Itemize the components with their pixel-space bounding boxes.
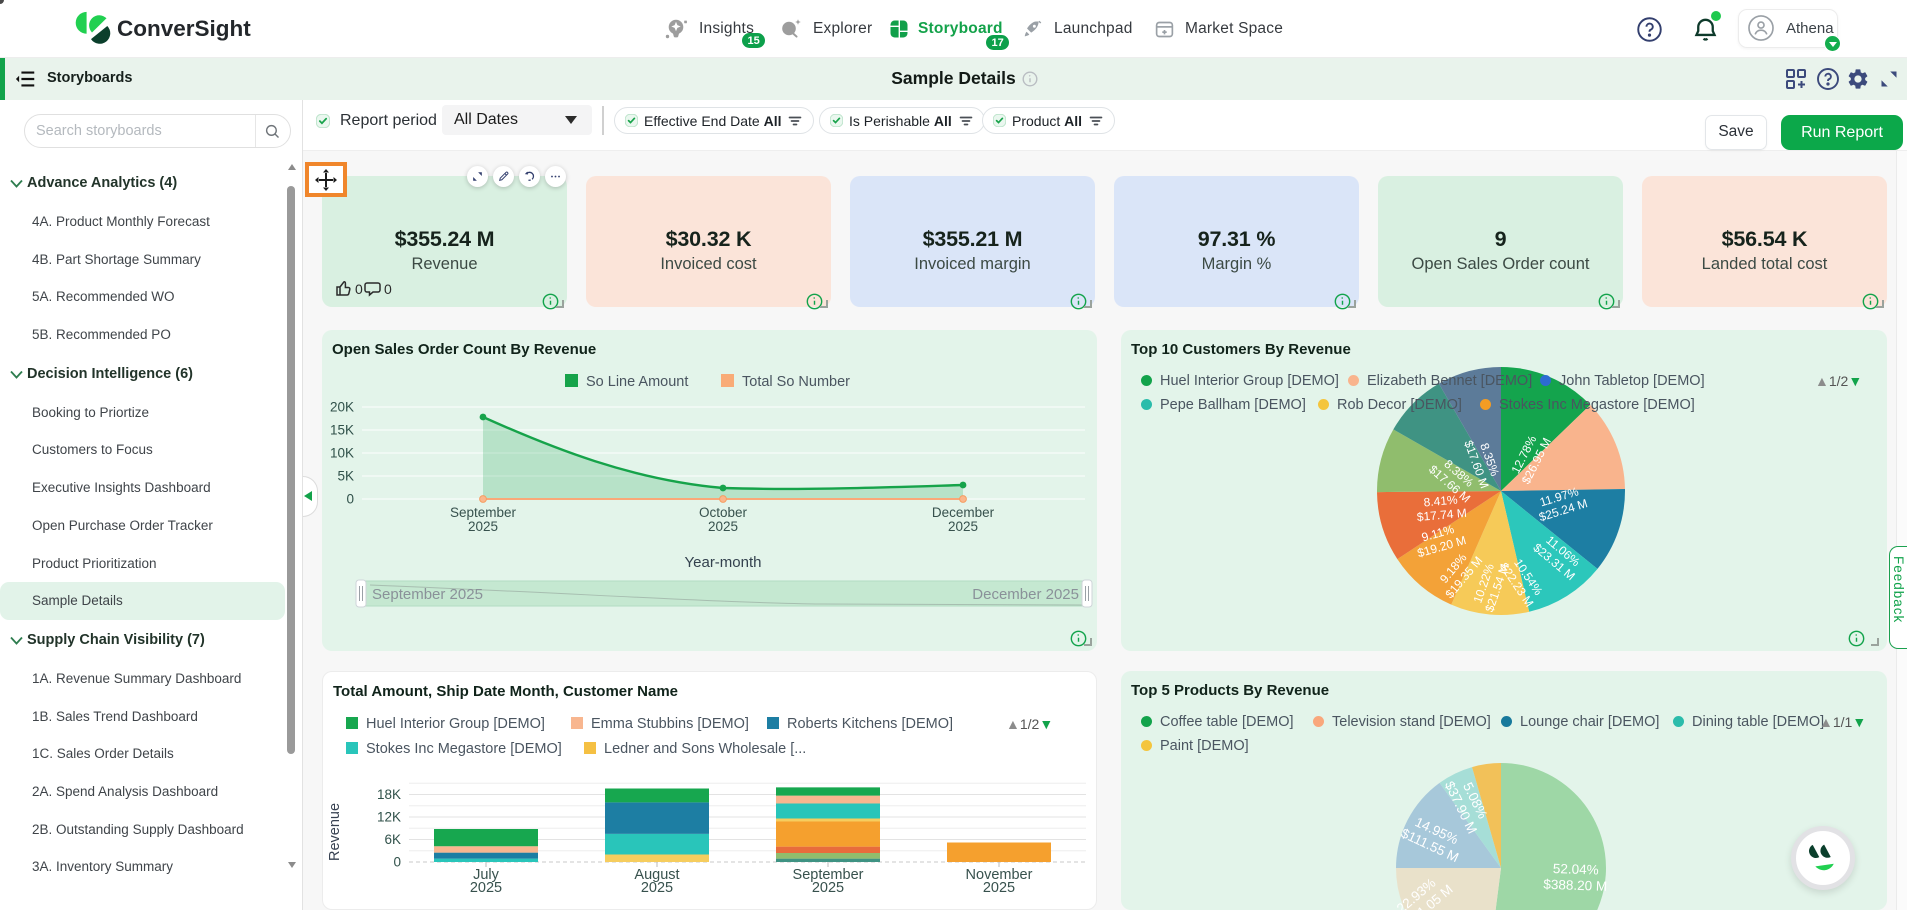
svg-text:20K: 20K	[330, 400, 354, 415]
svg-text:2025: 2025	[948, 519, 978, 534]
svg-text:5K: 5K	[337, 469, 354, 484]
svg-text:0: 0	[393, 855, 401, 870]
svg-text:2025: 2025	[468, 519, 498, 534]
svg-text:6K: 6K	[384, 832, 401, 847]
svg-text:December: December	[932, 505, 995, 520]
svg-text:September: September	[450, 505, 517, 520]
svg-text:18K: 18K	[377, 787, 401, 802]
svg-text:10K: 10K	[330, 446, 354, 461]
svg-text:12K: 12K	[377, 810, 401, 825]
svg-text:2025: 2025	[641, 880, 673, 896]
svg-text:October: October	[699, 505, 748, 520]
svg-text:Revenue: Revenue	[327, 803, 343, 861]
svg-text:2025: 2025	[812, 880, 844, 896]
svg-text:0: 0	[384, 281, 392, 297]
svg-text:15K: 15K	[330, 423, 354, 438]
svg-text:2025: 2025	[983, 880, 1015, 896]
svg-text:Year-month: Year-month	[685, 554, 762, 571]
svg-text:0: 0	[346, 492, 354, 507]
svg-text:52.04%$388.20 M: 52.04%$388.20 M	[1543, 861, 1608, 894]
svg-text:2025: 2025	[708, 519, 738, 534]
svg-text:September 2025: September 2025	[372, 586, 483, 603]
svg-text:0: 0	[355, 281, 363, 297]
svg-text:2025: 2025	[470, 880, 502, 896]
svg-text:December 2025: December 2025	[972, 586, 1079, 603]
